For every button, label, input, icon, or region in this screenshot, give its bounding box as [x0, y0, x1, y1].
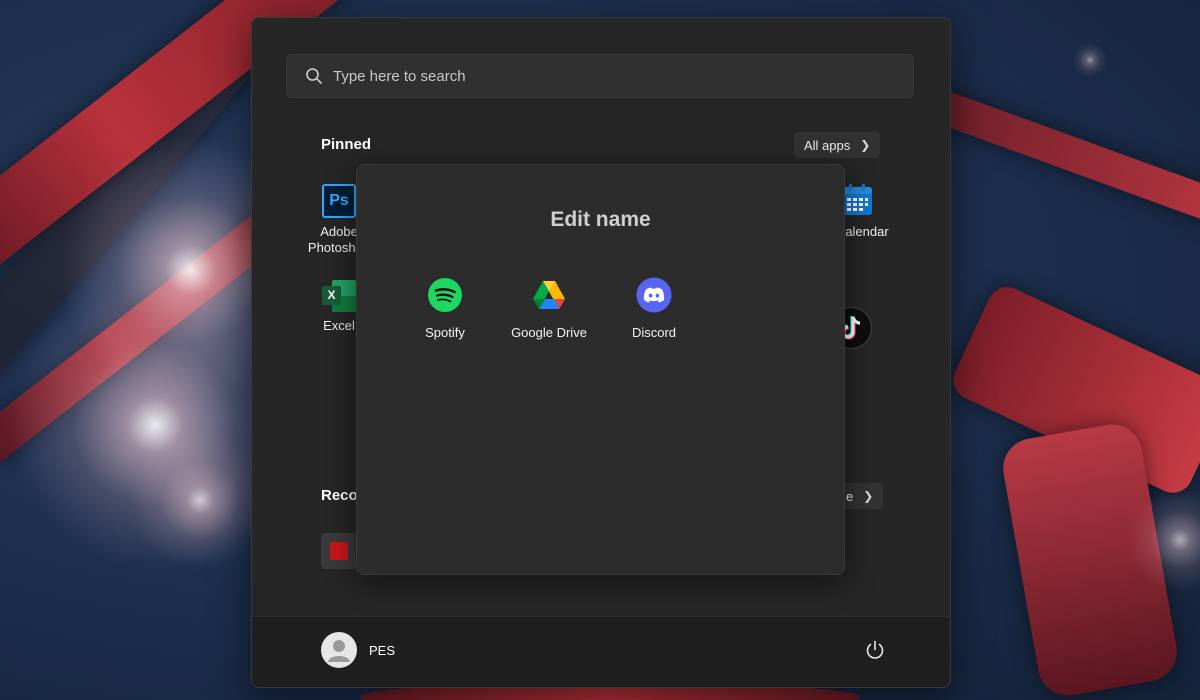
folder-app-google-drive[interactable]: Google Drive	[499, 277, 599, 340]
chevron-right-icon: ❯	[863, 489, 874, 503]
search-icon	[306, 68, 322, 84]
calendar-icon	[842, 184, 872, 215]
avatar[interactable]	[321, 632, 357, 668]
folder-app-label: Google Drive	[511, 325, 587, 340]
folder-app-discord[interactable]: Discord	[604, 277, 704, 340]
all-apps-button[interactable]: All apps ❯	[794, 132, 881, 158]
spotify-icon	[428, 278, 462, 312]
pinned-title: Pinned	[321, 136, 372, 153]
user-name[interactable]: PES	[369, 643, 395, 658]
folder-name-field[interactable]: Edit name	[357, 208, 844, 232]
all-apps-label: All apps	[804, 137, 851, 153]
recommended-item-icon[interactable]	[321, 533, 357, 569]
folder-app-label: Discord	[631, 325, 677, 340]
folder-app-spotify[interactable]: Spotify	[395, 277, 495, 340]
user-icon	[328, 640, 350, 662]
folder-app-label: Spotify	[425, 325, 465, 340]
more-label: e	[846, 488, 854, 504]
photoshop-icon: Ps	[322, 184, 356, 218]
google-drive-icon	[533, 281, 565, 309]
discord-icon	[636, 277, 672, 313]
excel-icon: X	[322, 280, 356, 312]
search-input[interactable]	[333, 55, 893, 97]
recommended-title: Reco	[321, 487, 358, 504]
folder-popup: Edit name Spotify Google Drive Discord	[356, 164, 845, 575]
chevron-right-icon: ❯	[860, 138, 871, 152]
start-footer: PES	[252, 616, 950, 687]
power-icon[interactable]	[864, 639, 886, 661]
search-box[interactable]	[286, 54, 914, 98]
